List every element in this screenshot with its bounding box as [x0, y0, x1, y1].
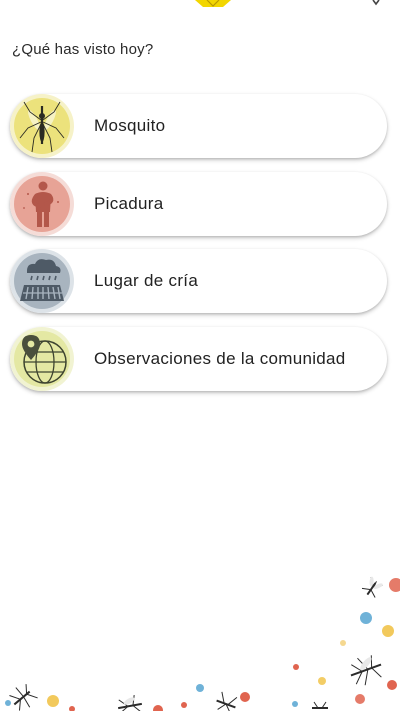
question-heading: ¿Qué has visto hoy?	[12, 41, 154, 58]
option-label: Mosquito	[94, 116, 166, 135]
community-globe-icon	[10, 327, 74, 391]
option-label: Picadura	[94, 194, 164, 213]
app-logo-icon	[195, 0, 231, 7]
menu-icon[interactable]	[370, 0, 382, 6]
option-community-button[interactable]: Observaciones de la comunidad	[10, 327, 387, 391]
option-bite-button[interactable]: Picadura	[10, 172, 387, 236]
option-label: Lugar de cría	[94, 271, 199, 290]
option-mosquito-button[interactable]: Mosquito	[10, 94, 387, 158]
mosquito-icon	[10, 94, 74, 158]
top-bar	[0, 0, 400, 12]
option-breeding-site-button[interactable]: Lugar de cría	[10, 249, 387, 313]
option-label: Observaciones de la comunidad	[94, 349, 346, 368]
bite-icon	[10, 172, 74, 236]
breeding-site-icon	[10, 249, 74, 313]
decorative-mosquito-dots-illustration	[5, 576, 400, 711]
